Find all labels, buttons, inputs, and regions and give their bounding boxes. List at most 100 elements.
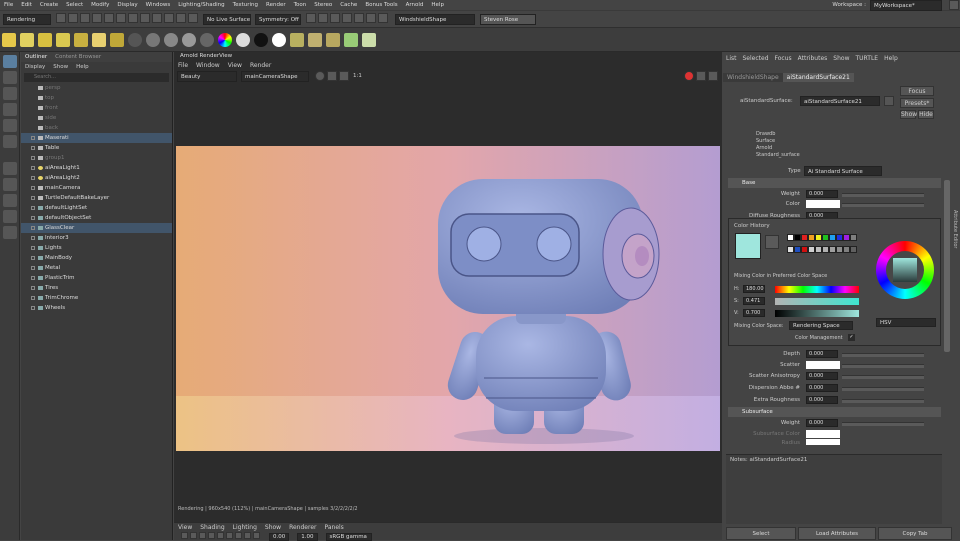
texture-icon[interactable]	[290, 32, 304, 47]
color-history-swatch[interactable]	[843, 234, 850, 241]
scatter-slider[interactable]	[842, 364, 924, 368]
subsurface-weight-slider[interactable]	[842, 422, 924, 426]
base-weight-field[interactable]: 0.000	[806, 190, 838, 198]
expand-toggle-icon[interactable]	[31, 166, 35, 170]
color-history-swatch[interactable]	[836, 246, 843, 253]
sun-light-icon[interactable]	[2, 32, 16, 47]
hypershade-icon[interactable]	[342, 13, 352, 23]
crop-icon[interactable]	[339, 71, 349, 81]
scatter-color-swatch[interactable]	[806, 361, 840, 369]
show-manipulator-icon[interactable]	[2, 162, 17, 175]
menu-select[interactable]: Select	[66, 2, 83, 8]
side-by-side-icon[interactable]	[2, 210, 17, 223]
subsurface-section-header[interactable]: Subsurface	[728, 407, 941, 417]
color-history-swatch[interactable]	[787, 246, 794, 253]
paint-select-tool-icon[interactable]	[2, 87, 17, 100]
expand-toggle-icon[interactable]	[31, 286, 35, 290]
vp-menu-view[interactable]: View	[174, 524, 196, 531]
color-history-swatch[interactable]	[801, 246, 808, 253]
outliner-menu-help[interactable]: Help	[72, 64, 93, 70]
value-field[interactable]: 0.700	[743, 309, 765, 317]
outliner-item[interactable]: TurtleDefaultBakeLayer	[21, 193, 172, 203]
extra-roughness-field[interactable]: 0.000	[806, 396, 838, 404]
lasso-tool-icon[interactable]	[2, 71, 17, 84]
tab-content-browser[interactable]: Content Browser	[51, 54, 105, 60]
rotate-tool-icon[interactable]	[2, 119, 17, 132]
snap-curve-icon[interactable]	[164, 13, 174, 23]
camera-dropdown[interactable]: mainCameraShape	[241, 70, 309, 82]
four-view-icon[interactable]	[2, 194, 17, 207]
vp-shadows-icon[interactable]	[235, 532, 242, 539]
tab-outliner[interactable]: Outliner	[21, 54, 51, 60]
expand-toggle-icon[interactable]	[31, 216, 35, 220]
vp-smooth-icon[interactable]	[208, 532, 215, 539]
outliner-item[interactable]: aiAreaLight2	[21, 173, 172, 183]
base-color-swatch[interactable]	[806, 200, 840, 208]
outliner-item[interactable]: front	[21, 103, 172, 113]
workspace-dropdown[interactable]: MyWorkspace*	[870, 0, 942, 11]
outliner-item[interactable]: persp	[21, 83, 172, 93]
stop-render-icon[interactable]	[684, 71, 694, 81]
ae-menu-selected[interactable]: Selected	[740, 55, 772, 62]
subsurface-radius-swatch[interactable]	[806, 439, 840, 445]
subsurface-color-swatch[interactable]	[806, 430, 840, 438]
open-scene-icon[interactable]	[68, 13, 78, 23]
vp-menu-shading[interactable]: Shading	[196, 524, 228, 531]
color-mode-dropdown[interactable]: HSV	[876, 318, 936, 327]
menu-windows[interactable]: Windows	[146, 2, 171, 8]
menu-file[interactable]: File	[4, 2, 13, 8]
copy-tab-button[interactable]: Copy Tab	[878, 527, 952, 540]
black-ball-icon[interactable]	[254, 32, 268, 47]
menu-edit[interactable]: Edit	[21, 2, 32, 8]
area-light-icon[interactable]	[20, 32, 34, 47]
expand-toggle-icon[interactable]	[31, 256, 35, 260]
color-history-swatch[interactable]	[829, 246, 836, 253]
saturation-slider[interactable]	[775, 298, 859, 305]
ae-scrollbar[interactable]	[944, 180, 950, 352]
color-history-swatch[interactable]	[850, 246, 857, 253]
outliner-item[interactable]: Maserati	[21, 133, 172, 143]
expand-toggle-icon[interactable]	[31, 246, 35, 250]
color-history-swatch[interactable]	[850, 234, 857, 241]
type-dropdown[interactable]: Ai Standard Surface	[804, 166, 882, 176]
menu-render[interactable]: Render	[266, 2, 286, 8]
node-name-field[interactable]: aiStandardSurface21	[800, 96, 880, 106]
expand-toggle-icon[interactable]	[31, 306, 35, 310]
saturation-field[interactable]: 0.471	[743, 297, 765, 305]
expand-toggle-icon[interactable]	[31, 276, 35, 280]
presets-button[interactable]: Presets*	[900, 98, 934, 108]
region-icon[interactable]	[327, 71, 337, 81]
ae-menu-attributes[interactable]: Attributes	[795, 55, 831, 62]
base-color-slider[interactable]	[842, 203, 924, 207]
outliner-item[interactable]: side	[21, 113, 172, 123]
ipr-icon[interactable]	[318, 13, 328, 23]
shader-ball-icon[interactable]	[128, 32, 142, 47]
refresh-icon[interactable]	[315, 71, 325, 81]
outliner-item[interactable]: Lights	[21, 243, 172, 253]
expand-toggle-icon[interactable]	[31, 296, 35, 300]
menu-stereo[interactable]: Stereo	[314, 2, 332, 8]
vp-menu-show[interactable]: Show	[261, 524, 285, 531]
current-color-swatch[interactable]	[735, 233, 761, 259]
outliner-item[interactable]: PlasticTrim	[21, 273, 172, 283]
dispersion-slider[interactable]	[842, 387, 924, 391]
texture-4-icon[interactable]	[344, 32, 358, 47]
menu-modify[interactable]: Modify	[91, 2, 109, 8]
outliner-search-input[interactable]: Search...	[24, 73, 169, 82]
scatter-anisotropy-slider[interactable]	[842, 375, 924, 379]
color-history-swatch[interactable]	[794, 246, 801, 253]
outliner-item[interactable]: group1	[21, 153, 172, 163]
rv-menu-render[interactable]: Render	[246, 62, 275, 69]
eyedropper-icon[interactable]	[765, 235, 779, 249]
snap-view-icon[interactable]	[188, 13, 198, 23]
search-field[interactable]: WindshieldShape	[395, 13, 475, 25]
ae-menu-list[interactable]: List	[723, 55, 740, 62]
ae-menu-help[interactable]: Help	[881, 55, 901, 62]
select-button[interactable]: Select	[726, 527, 796, 540]
render-frame-icon[interactable]	[306, 13, 316, 23]
ae-menu-turtle[interactable]: TURTLE	[852, 55, 881, 62]
ae-menu-show[interactable]: Show	[830, 55, 852, 62]
expand-toggle-icon[interactable]	[31, 226, 35, 230]
saturation-value-square[interactable]	[893, 258, 917, 282]
vp-xray-icon[interactable]	[244, 532, 251, 539]
